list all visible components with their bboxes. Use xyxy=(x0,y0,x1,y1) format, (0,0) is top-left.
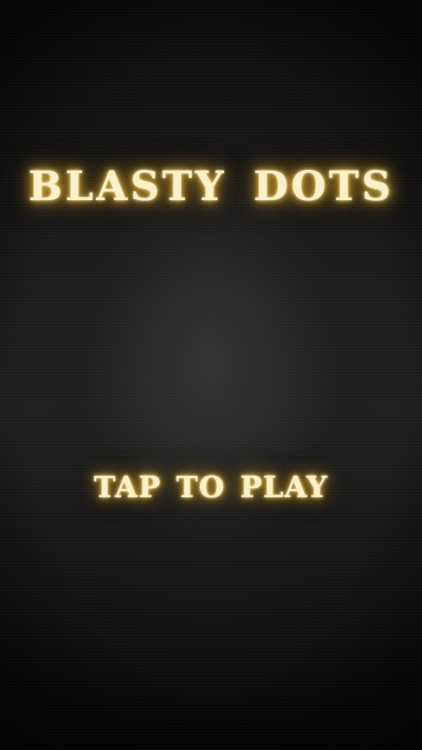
background-vignette xyxy=(0,0,422,750)
game-title: BLASTY DOTS xyxy=(28,163,394,210)
tap-to-play-button[interactable]: TAP TO PLAY xyxy=(0,470,422,504)
start-screen[interactable]: BLASTY DOTS TAP TO PLAY xyxy=(0,0,422,750)
